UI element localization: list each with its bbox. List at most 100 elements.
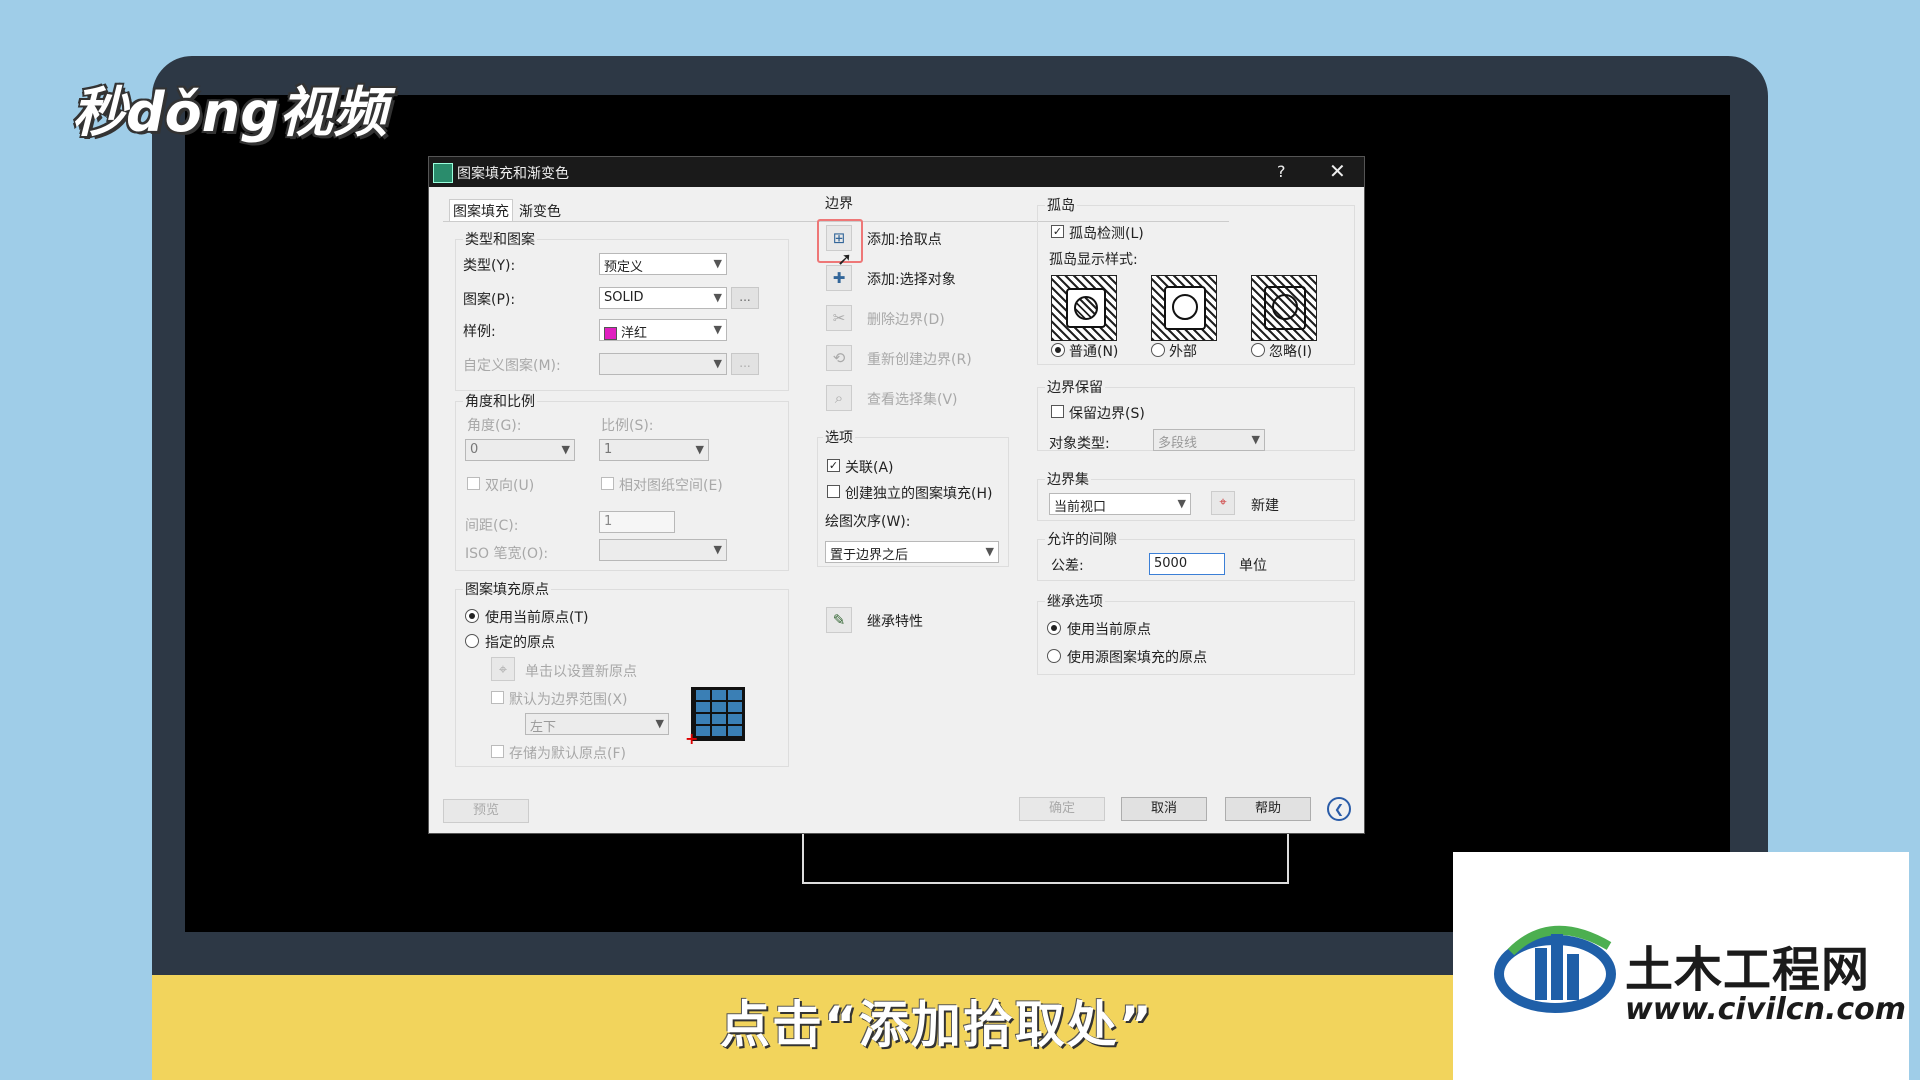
inherit-source-origin-radio[interactable] — [1047, 649, 1061, 663]
pick-point-icon[interactable]: ⊞ — [826, 225, 852, 251]
islands-title: 孤岛 — [1045, 195, 1077, 215]
new-boundary-set-label[interactable]: 新建 — [1251, 495, 1279, 515]
island-outer-preview — [1151, 275, 1217, 341]
pattern-label: 图案(P): — [463, 292, 516, 308]
options-title: 选项 — [823, 427, 855, 447]
inherit-current-origin-radio[interactable] — [1047, 621, 1061, 635]
iso-pen-combo[interactable]: ▼ — [599, 539, 727, 561]
custom-browse-button[interactable]: ... — [731, 353, 759, 375]
swatch-combo[interactable]: 洋红 ▼ — [599, 319, 727, 341]
origin-position-value: 左下 — [530, 720, 557, 735]
tab-gradient[interactable]: 渐变色 — [519, 201, 561, 221]
scale-combo[interactable]: 1 ▼ — [599, 439, 709, 461]
inherit-options-title: 继承选项 — [1045, 591, 1105, 611]
chevron-down-icon: ▼ — [695, 443, 704, 456]
associative-label: 关联(A) — [845, 460, 894, 476]
chevron-down-icon: ▼ — [713, 257, 722, 270]
add-select-objects-label[interactable]: 添加:选择对象 — [867, 269, 956, 289]
relative-paper-label: 相对图纸空间(E) — [619, 478, 723, 494]
island-outer-radio[interactable] — [1151, 343, 1165, 357]
angle-combo[interactable]: 0 ▼ — [465, 439, 575, 461]
gap-title: 允许的间隙 — [1045, 529, 1119, 549]
use-current-origin-label: 使用当前原点(T) — [485, 610, 589, 626]
island-ignore-label: 忽略(I) — [1269, 344, 1313, 360]
tolerance-label: 公差: — [1051, 558, 1084, 574]
tab-hatch[interactable]: 图案填充 — [449, 199, 513, 222]
retain-boundary-checkbox[interactable] — [1051, 405, 1064, 418]
boundary-set-combo[interactable]: 当前视口 ▼ — [1049, 493, 1191, 515]
boundary-set-title: 边界集 — [1045, 469, 1091, 489]
iso-pen-label: ISO 笔宽(O): — [465, 546, 549, 562]
cancel-button[interactable]: 取消 — [1121, 797, 1207, 821]
island-style-label: 孤岛显示样式: — [1049, 252, 1138, 268]
recreate-boundary-label[interactable]: 重新创建边界(R) — [867, 349, 972, 369]
angle-scale-title: 角度和比例 — [463, 391, 537, 411]
draw-order-combo[interactable]: 置于边界之后 ▼ — [825, 541, 999, 563]
island-detect-checkbox[interactable]: ✓ — [1051, 225, 1064, 238]
pattern-browse-button[interactable]: ... — [731, 287, 759, 309]
view-selection-label[interactable]: 查看选择集(V) — [867, 389, 958, 409]
add-pick-point-label[interactable]: 添加:拾取点 — [867, 229, 942, 249]
ok-button[interactable]: 确定 — [1019, 797, 1105, 821]
type-label: 类型(Y): — [463, 258, 516, 274]
specified-origin-label: 指定的原点 — [485, 635, 555, 651]
inherit-properties-button[interactable]: 继承特性 — [867, 611, 923, 631]
inherit-properties-icon[interactable]: ✎ — [826, 607, 852, 633]
custom-pattern-combo[interactable]: ▼ — [599, 353, 727, 375]
scale-value: 1 — [604, 442, 613, 457]
default-extent-label: 默认为边界范围(X) — [509, 692, 628, 708]
video-logo: 秒dǒng视频 — [72, 81, 387, 144]
separate-hatch-checkbox[interactable] — [827, 485, 840, 498]
relative-paper-checkbox[interactable] — [601, 477, 614, 490]
scale-label: 比例(S): — [601, 418, 654, 434]
origin-position-combo[interactable]: 左下 ▼ — [525, 713, 669, 735]
remove-boundary-icon[interactable]: ✂ — [826, 305, 852, 331]
chevron-down-icon: ▼ — [713, 543, 722, 556]
recreate-boundary-icon[interactable]: ⟲ — [826, 345, 852, 371]
island-ignore-preview — [1251, 275, 1317, 341]
new-boundary-set-icon[interactable]: ⌖ — [1211, 491, 1235, 515]
magenta-swatch — [604, 327, 617, 340]
store-default-checkbox[interactable] — [491, 745, 504, 758]
default-extent-checkbox[interactable] — [491, 691, 504, 704]
type-combo[interactable]: 预定义 ▼ — [599, 253, 727, 275]
associative-checkbox[interactable]: ✓ — [827, 459, 840, 472]
boundary-title: 边界 — [823, 193, 855, 213]
island-normal-preview — [1051, 275, 1117, 341]
drawing-rectangle — [802, 832, 1289, 884]
chevron-down-icon: ▼ — [561, 443, 570, 456]
double-checkbox[interactable] — [467, 477, 480, 490]
spacing-input[interactable]: 1 — [599, 511, 675, 533]
island-normal-radio[interactable] — [1051, 343, 1065, 357]
remove-boundary-label[interactable]: 删除边界(D) — [867, 309, 945, 329]
chevron-down-icon: ▼ — [1177, 497, 1186, 510]
origin-marker-icon: + — [685, 729, 699, 748]
island-ignore-radio[interactable] — [1251, 343, 1265, 357]
view-selection-icon[interactable]: ⌕ — [826, 385, 852, 411]
dialog-titlebar: 图案填充和渐变色 ? ✕ — [429, 157, 1364, 187]
click-set-origin-label: 单击以设置新原点 — [525, 664, 637, 680]
retain-title: 边界保留 — [1045, 377, 1105, 397]
collapse-icon[interactable]: ❮ — [1327, 797, 1351, 821]
civilcn-emblem-icon — [1494, 925, 1616, 1013]
use-current-origin-radio[interactable] — [465, 609, 479, 623]
pattern-combo[interactable]: SOLID ▼ — [599, 287, 727, 309]
preview-button[interactable]: 预览 — [443, 799, 529, 823]
origin-preview-brick-icon — [691, 687, 745, 741]
select-objects-icon[interactable]: ✚ — [826, 265, 852, 291]
tolerance-input[interactable]: 5000 — [1149, 553, 1225, 575]
object-type-combo[interactable]: 多段线 ▼ — [1153, 429, 1265, 451]
type-value: 预定义 — [604, 260, 644, 275]
close-icon[interactable]: ✕ — [1329, 159, 1346, 183]
angle-value: 0 — [470, 442, 479, 457]
chevron-down-icon: ▼ — [985, 545, 994, 558]
specified-origin-radio[interactable] — [465, 634, 479, 648]
retain-boundary-label: 保留边界(S) — [1069, 406, 1145, 422]
angle-label: 角度(G): — [467, 418, 522, 434]
help-button[interactable]: 帮助 — [1225, 797, 1311, 821]
spacing-label: 间距(C): — [465, 518, 519, 534]
inherit-current-origin-label: 使用当前原点 — [1067, 622, 1151, 638]
set-origin-icon[interactable]: ⌖ — [491, 657, 515, 681]
island-detect-label: 孤岛检测(L) — [1069, 226, 1144, 242]
help-icon[interactable]: ? — [1277, 162, 1286, 181]
